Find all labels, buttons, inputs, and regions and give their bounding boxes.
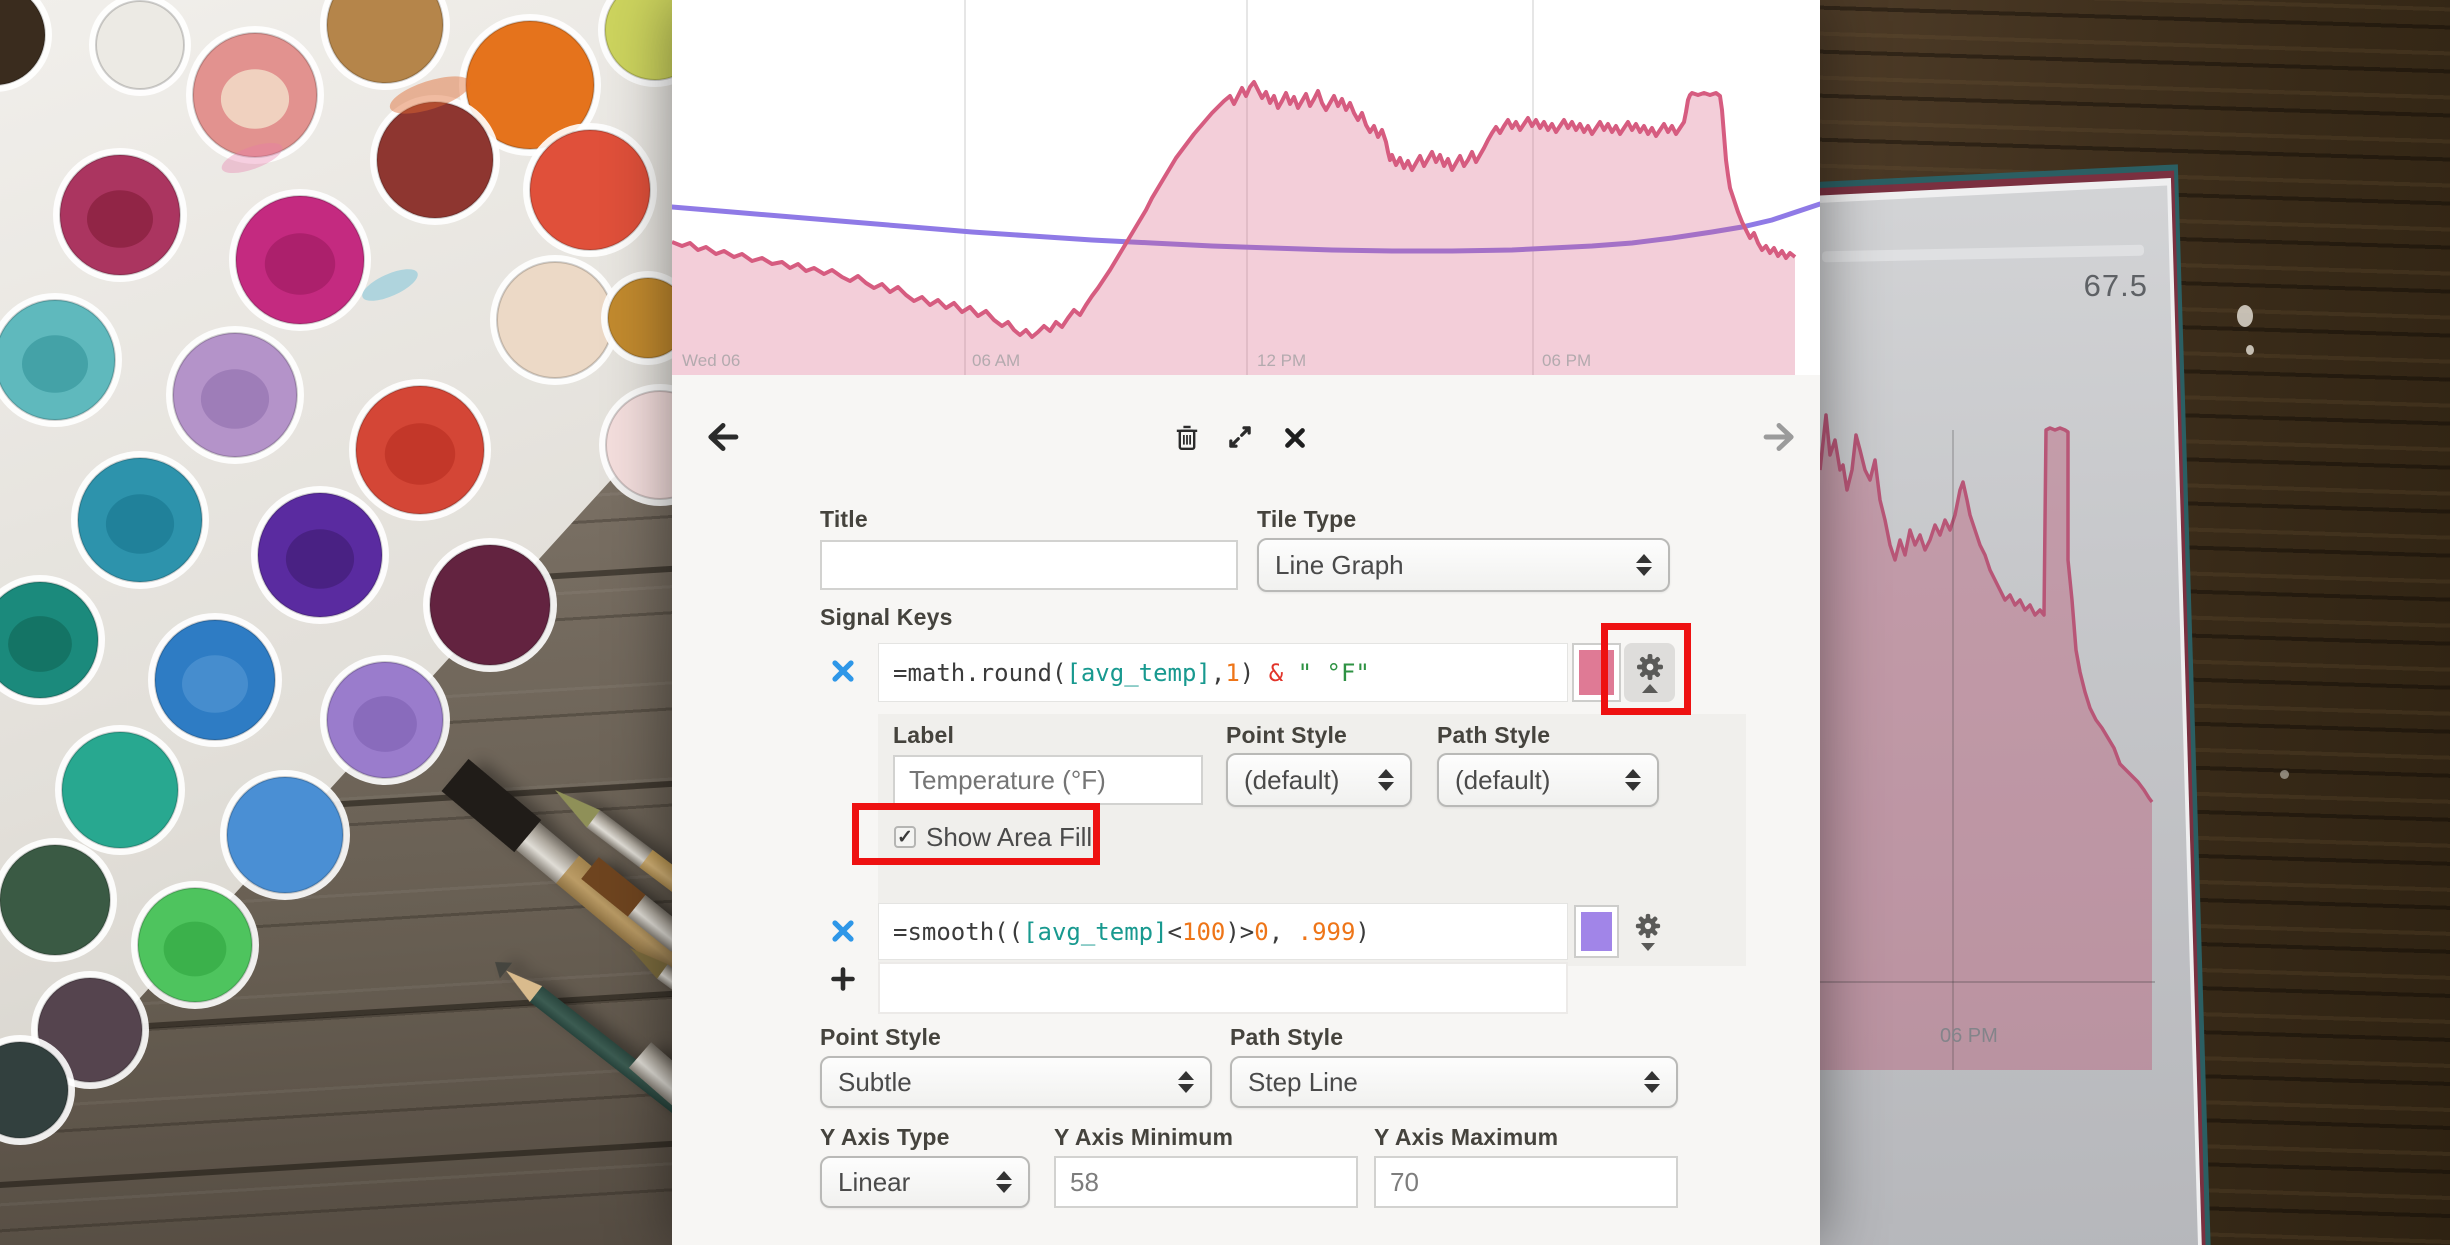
select-arrows-icon [1644,1071,1660,1093]
y-axis-minimum-input[interactable] [1054,1156,1358,1208]
back-arrow-icon[interactable] [702,418,740,456]
signal-path-style-value: (default) [1455,765,1625,796]
svg-text:06 PM: 06 PM [1940,1025,1998,1047]
annotation-highlight-gear [1601,623,1691,715]
signal-label-label: Label [893,722,954,749]
signal-point-style-label: Point Style [1226,722,1347,749]
annotation-highlight-show-area-fill [852,803,1100,865]
tile-current-value: 67.5 [1998,268,2148,304]
svg-text:12 PM: 12 PM [1257,351,1306,370]
close-icon[interactable] [1280,423,1310,453]
path-style-label: Path Style [1230,1024,1343,1051]
background-photo-desk-dashboard: 67.5 06 PM [1820,0,2450,1245]
svg-text:Wed 06: Wed 06 [682,351,740,370]
tile-type-label: Tile Type [1257,506,1356,533]
tile-type-select[interactable]: Line Graph [1257,538,1670,592]
gear-icon [1634,912,1662,940]
select-arrows-icon [1625,769,1641,791]
point-style-select[interactable]: Subtle [820,1056,1212,1108]
expand-icon[interactable] [1224,421,1256,453]
signal-path-style-label: Path Style [1437,722,1550,749]
trash-icon[interactable] [1170,420,1204,456]
signal-label-input[interactable] [893,755,1203,805]
new-signal-input[interactable] [878,962,1568,1014]
signal-point-style-value: (default) [1244,765,1378,796]
select-arrows-icon [1178,1071,1194,1093]
signal-formula-input[interactable]: =math.round([avg_temp],1) & " °F" [878,643,1568,702]
title-label: Title [820,506,868,533]
select-arrows-icon [1378,769,1394,791]
remove-signal-icon[interactable] [830,918,856,944]
title-input[interactable] [820,540,1238,590]
tile-type-value: Line Graph [1275,550,1636,581]
svg-text:06 PM: 06 PM [1542,351,1591,370]
tile-chart-preview: Wed 06 06 AM 12 PM 06 PM [672,0,1820,375]
select-arrows-icon [1636,554,1652,576]
y-axis-type-value: Linear [838,1167,996,1198]
point-style-label: Point Style [820,1024,941,1051]
path-style-value: Step Line [1248,1067,1644,1098]
signal-settings-gear-button[interactable] [1634,912,1662,951]
paint-wells [0,0,672,1245]
forward-arrow-icon[interactable] [1762,418,1800,456]
y-axis-minimum-label: Y Axis Minimum [1054,1124,1233,1151]
path-style-select[interactable]: Step Line [1230,1056,1678,1108]
background-photo-paint-palette [0,0,672,1245]
screenshot-stage: 67.5 06 PM Wed 06 06 AM 12 PM 06 PM [0,0,2450,1245]
y-axis-type-select[interactable]: Linear [820,1156,1030,1208]
svg-text:06 AM: 06 AM [972,351,1020,370]
background-tile-chart: 06 PM [1820,380,2155,1070]
remove-signal-icon[interactable] [830,658,856,684]
expand-arrow-icon [1641,943,1655,951]
signal-path-style-select[interactable]: (default) [1437,753,1659,807]
y-axis-type-label: Y Axis Type [820,1124,950,1151]
y-axis-maximum-label: Y Axis Maximum [1374,1124,1558,1151]
select-arrows-icon [996,1171,1012,1193]
signal-formula-input[interactable]: =smooth(([avg_temp]<100)>0, .999) [878,903,1568,960]
signal-point-style-select[interactable]: (default) [1226,753,1412,807]
y-axis-maximum-input[interactable] [1374,1156,1678,1208]
point-style-value: Subtle [838,1067,1178,1098]
signal-keys-label: Signal Keys [820,604,953,631]
signal-color-swatch[interactable] [1574,905,1619,958]
add-signal-icon[interactable] [830,966,856,992]
